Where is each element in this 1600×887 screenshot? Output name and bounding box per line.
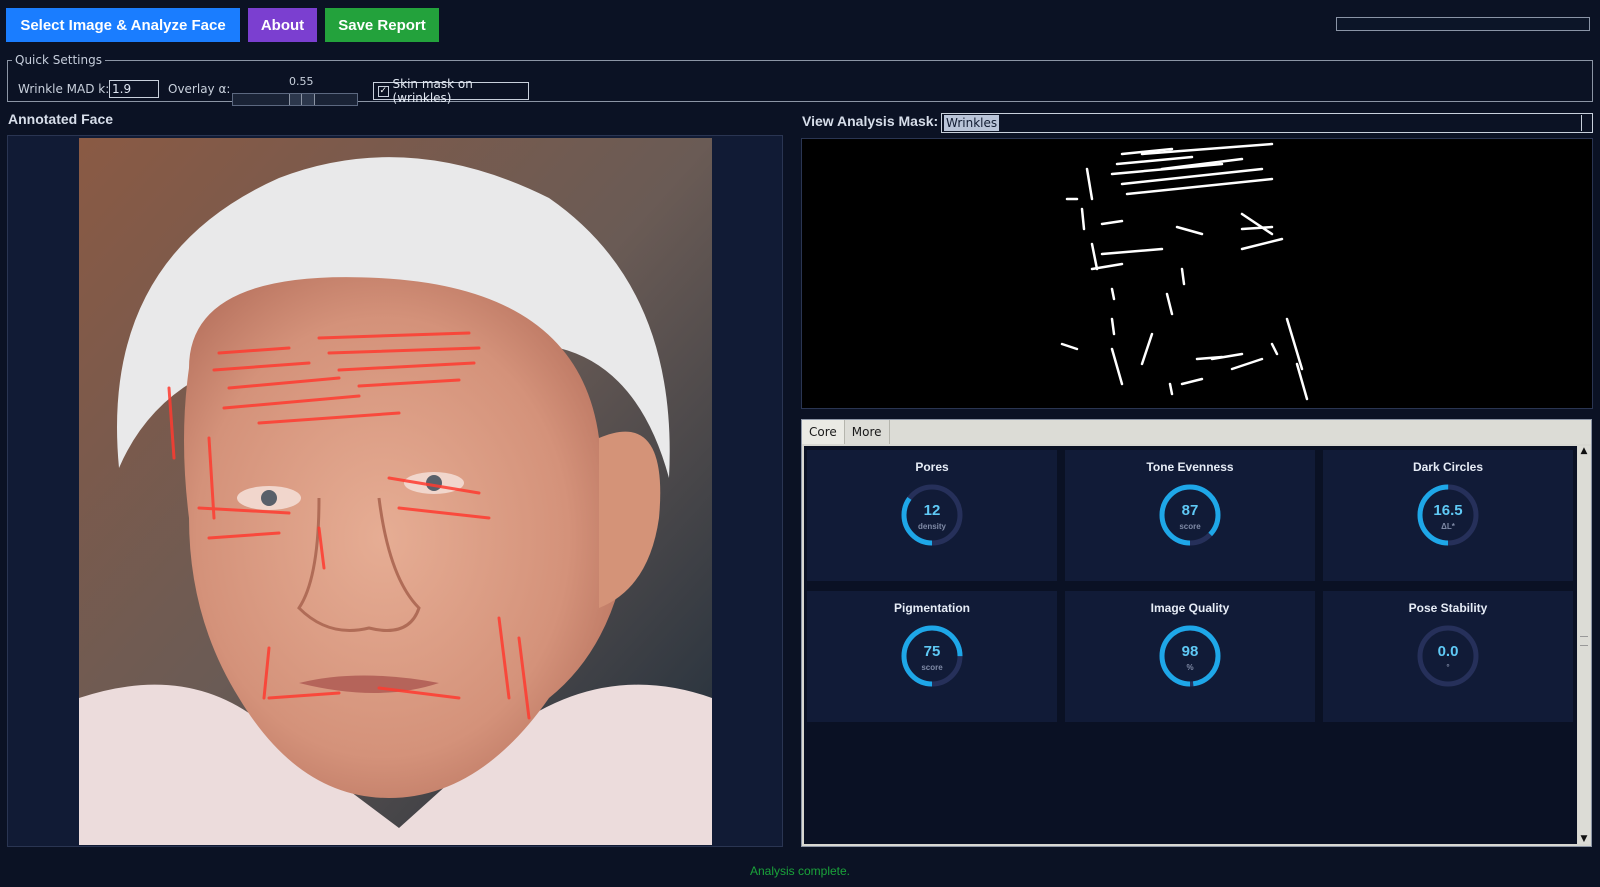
wrinkle-mask-illustration (1060, 142, 1309, 401)
metric-card: Pigmentation 75 score (807, 591, 1057, 722)
metric-card: Pores 12 density (807, 450, 1057, 581)
metrics-scrollbar[interactable]: ▲ ▼ (1578, 446, 1590, 844)
metric-value: 16.5 (1433, 502, 1463, 519)
overlay-alpha-slider[interactable] (232, 93, 358, 106)
metric-unit: ° (1446, 663, 1450, 672)
scroll-down-icon[interactable]: ▼ (1578, 834, 1590, 844)
mask-type-selected: Wrinkles (944, 115, 1000, 131)
wrinkle-mad-input[interactable] (109, 80, 159, 98)
annotated-face-image (79, 138, 712, 845)
overlay-alpha-slider-thumb[interactable] (289, 94, 315, 105)
scroll-up-icon[interactable]: ▲ (1578, 446, 1590, 456)
dropdown-arrow-icon[interactable] (1581, 115, 1592, 131)
metric-title: Image Quality (1150, 601, 1230, 615)
metric-unit: score (921, 663, 943, 672)
metric-value: 87 (1181, 502, 1199, 519)
scroll-grip[interactable] (1580, 636, 1588, 646)
skin-mask-label: Skin mask on (wrinkles) (392, 77, 473, 105)
tab-bar: Core More (802, 420, 1591, 444)
checkbox-check-icon[interactable]: ✓ (378, 85, 389, 97)
metric-title: Pores (915, 460, 949, 474)
metric-title: Dark Circles (1412, 460, 1484, 474)
metric-value: 12 (923, 502, 941, 519)
metric-title: Pose Stability (1408, 601, 1488, 615)
about-button[interactable]: About (248, 8, 317, 42)
toolbar: Select Image & Analyze Face About Save R… (6, 8, 439, 42)
view-mask-label: View Analysis Mask: (802, 113, 939, 129)
metric-grid: Pores 12 density Tone Evenness 87 score Dark C… (807, 450, 1573, 722)
metric-title: Pigmentation (893, 601, 970, 615)
core-tab-content: Pores 12 density Tone Evenness 87 score Dark C… (804, 446, 1577, 844)
mask-type-select[interactable]: Wrinkles (941, 113, 1593, 133)
tab-core[interactable]: Core (802, 420, 845, 444)
wrinkle-mad-label: Wrinkle MAD k: (18, 82, 110, 96)
annotated-face-title: Annotated Face (8, 111, 114, 127)
metrics-tab-panel: Core More Pores 12 density Tone Evenness 87 s… (801, 419, 1592, 847)
select-image-button[interactable]: Select Image & Analyze Face (6, 8, 240, 42)
metric-card: Dark Circles 16.5 ΔL* (1323, 450, 1573, 581)
analysis-progress-bar (1336, 17, 1590, 31)
overlay-alpha-value: 0.55 (289, 75, 314, 88)
annotated-face-panel (7, 135, 783, 847)
skin-mask-checkbox[interactable]: ✓ Skin mask on (wrinkles) (373, 77, 529, 105)
overlay-alpha-label: Overlay α: (168, 82, 231, 96)
metric-unit: ΔL* (1441, 522, 1455, 531)
metric-card: Pose Stability 0.0 ° (1323, 591, 1573, 722)
metric-value: 75 (923, 643, 941, 660)
metric-value: 98 (1181, 643, 1199, 660)
save-report-button[interactable]: Save Report (325, 8, 439, 42)
analysis-mask-view (801, 138, 1593, 409)
metric-unit: density (917, 522, 946, 531)
metric-value: 0.0 (1437, 643, 1459, 660)
tab-more[interactable]: More (845, 420, 890, 444)
quick-settings-group: Quick Settings Wrinkle MAD k: Overlay α:… (7, 53, 1593, 106)
metric-card: Tone Evenness 87 score (1065, 450, 1315, 581)
status-message: Analysis complete. (749, 864, 851, 878)
metric-unit: score (1179, 522, 1201, 531)
metric-card: Image Quality 98% (1065, 591, 1315, 722)
metric-unit: % (1186, 663, 1194, 672)
metric-title: Tone Evenness (1146, 460, 1234, 474)
quick-settings-legend: Quick Settings (15, 53, 102, 67)
face-illustration (79, 138, 712, 845)
